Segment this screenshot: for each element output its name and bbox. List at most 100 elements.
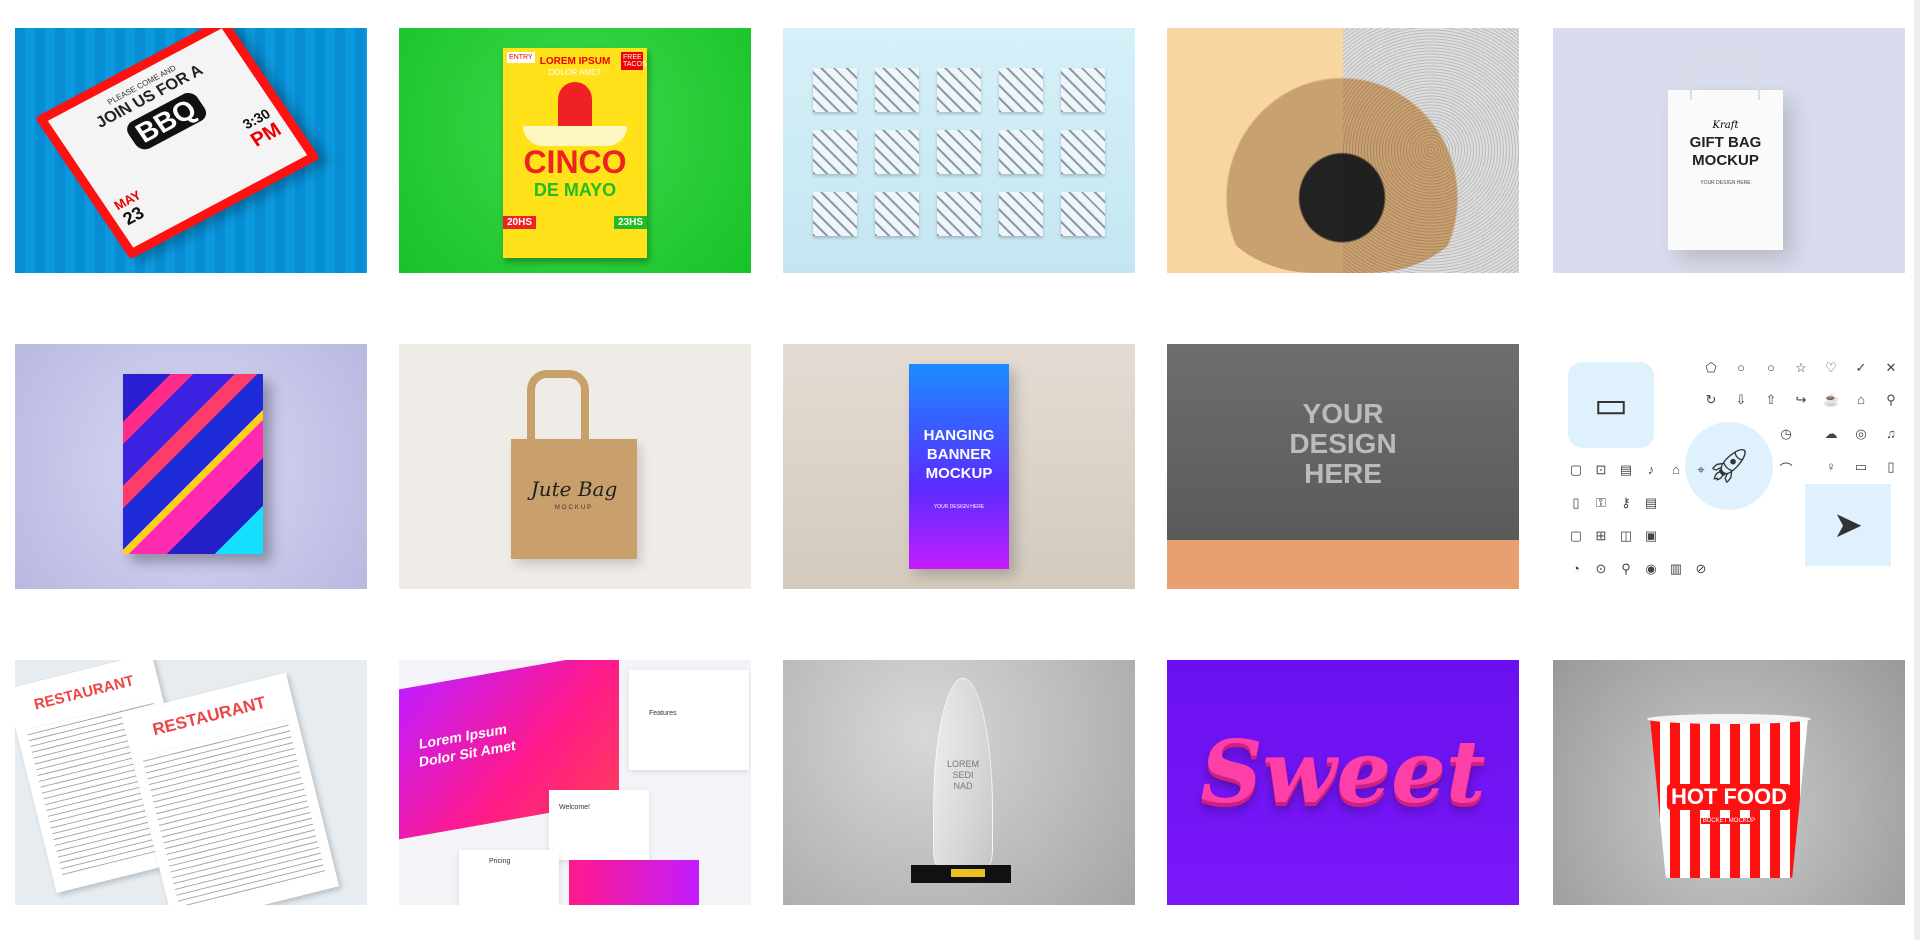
line-icon: ☆ [1795,360,1807,375]
tile-cinco-de-mayo[interactable]: ENTRY FREE TACOS LOREM IPSUM DOLOR AMET … [399,28,751,273]
bag-text: Kraft [1712,120,1739,131]
trophy-text: LOREM SEDI NAD [947,759,979,792]
tile-wall-mockup[interactable]: YOUR DESIGN HERE [1167,344,1519,589]
line-icon: ▢ [1569,528,1583,543]
sweet-text: Sweet [1200,722,1486,823]
menu-page: RESTAURANT [120,672,340,905]
poster-text: FREE TACOS [621,52,647,70]
pattern-swatch [937,68,981,112]
bag-text: YOUR DESIGN HERE [1700,180,1751,186]
bag-handle [527,370,589,450]
pattern-swatch [875,68,919,112]
pattern-swatch [1061,68,1105,112]
line-icon: ⊙ [1595,561,1607,576]
line-icon: ⊡ [1595,462,1607,477]
wall-line: YOUR [1302,398,1384,429]
tile-glass-trophy[interactable]: LOREM SEDI NAD [783,660,1135,905]
bag-text: Jute Bag [530,477,618,501]
line-icon: ◔ [1572,561,1580,576]
tile-sweet-3d-text[interactable]: Sweet [1167,660,1519,905]
tile-website-ui-kit[interactable]: Lorem Ipsum Dolor Sit Amet Features Welc… [399,660,751,905]
tile-hanging-banner[interactable]: HANGING BANNER MOCKUP YOUR DESIGN HERE [783,344,1135,589]
banner-line: HANGING [923,427,995,444]
line-icon: ⚿ [1596,495,1606,510]
poster-text: ENTRY [507,52,535,63]
line-icon: ♀ [1826,459,1836,474]
line-icon: ☕ [1823,392,1840,407]
line-icon: ♫ [1886,426,1896,441]
line-icon: ▣ [1644,528,1658,543]
trophy-line: SEDI [952,770,974,780]
line-icon: ⇧ [1765,392,1777,407]
line-icon: ◉ [1645,561,1657,576]
line-icon: ♡ [1825,360,1837,375]
tile-hot-food-bucket[interactable]: HOT FOOD BUCKET MOCKUP [1553,660,1905,905]
line-icon: ▯ [1887,459,1895,474]
line-icon: ▢ [1569,462,1583,477]
bag-text: MOCKUP [554,505,594,511]
bucket-title: HOT FOOD [1666,784,1792,810]
line-icon: ▥ [1669,561,1683,576]
bag-handle [1690,50,1760,100]
pattern-swatch [999,192,1043,236]
pattern-swatch [813,192,857,236]
pattern-swatch [999,68,1043,112]
pattern-swatch [875,130,919,174]
tile-abstract-canvas[interactable] [15,344,367,589]
pattern-swatch [937,130,981,174]
trophy-glass: LOREM SEDI NAD [933,678,993,868]
poster-text: 23HS [613,216,647,229]
tile-bbq-flyer[interactable]: PLEASE COME AND JOIN US FOR A BBQ MAY 23… [15,28,367,273]
line-icon: ⚲ [1886,392,1896,407]
line-icon: ▤ [1619,462,1633,477]
halftone-overlay [1343,28,1519,273]
menu-lines [141,719,326,905]
pattern-swatch [1061,192,1105,236]
banner-text: YOUR DESIGN HERE [933,504,985,510]
pattern-swatch [999,130,1043,174]
line-icon: ☁ [1824,426,1838,441]
line-icon: ↪ [1795,392,1807,407]
sombrero-icon [558,82,592,132]
features-screen: Features [629,670,749,770]
cursor-icon: ➤ [1805,484,1891,566]
line-icon: ⇩ [1735,392,1747,407]
banner-title: HANGING BANNER MOCKUP [924,426,995,483]
pattern-swatch [813,130,857,174]
poster-text: LOREM IPSUM [539,56,611,67]
poster-title: DE MAYO [533,180,617,200]
bucket-subtitle: BUCKET MOCKUP [1700,818,1758,824]
line-icon: ⌖ [1697,462,1705,477]
poster-text: DOLOR AMET [548,68,602,77]
gift-bag: Kraft GIFT BAG MOCKUP YOUR DESIGN HERE [1668,50,1783,250]
tile-icon-set[interactable]: ▭ 🚀︎ ➤ ⬠ ○ ○ ☆ ♡ ✓ ✕ ↻ ⇩ ⇧ ↪ ☕ ⌂ ⚲ ◷ ☁ ◎ ♫ ⌒ ♀ ▭ ▯ ▢ ⊡ ▤ ♪ ⌂ ⌖ ▯ ⚿ ⚷ ▤ ▢… [1553,344,1905,589]
pattern-swatch [875,192,919,236]
tile-pug-halftone[interactable] [1167,28,1519,273]
screen-text: Welcome! [559,804,590,811]
tile-seamless-patterns[interactable] [783,28,1135,273]
line-icon: ○ [1767,360,1775,375]
line-icon: ⌒ [1779,462,1793,477]
bucket: HOT FOOD BUCKET MOCKUP [1650,718,1808,878]
line-icon: ⌂ [1672,462,1680,477]
tile-kraft-gift-bag[interactable]: Kraft GIFT BAG MOCKUP YOUR DESIGN HERE [1553,28,1905,273]
line-icon: ▭ [1854,459,1868,474]
screen-text: Features [649,710,677,717]
scrollbar-track[interactable] [1914,0,1920,940]
poster-title: CINCO [523,144,627,180]
banner-line: BANNER [926,446,992,463]
pattern-swatch [1061,130,1105,174]
monitor-icon: ▭ [1568,362,1654,448]
tile-restaurant-menu[interactable]: RESTAURANT RESTAURANT [15,660,367,905]
line-icon: ⬠ [1705,360,1717,375]
tile-jute-bag[interactable]: Jute Bag MOCKUP [399,344,751,589]
banner-line: MOCKUP [925,465,993,482]
pattern-swatch [937,192,981,236]
line-icon: ⚷ [1621,495,1631,510]
trophy-plate [951,869,985,877]
line-icon: ✕ [1885,360,1897,375]
line-icon: ↻ [1705,392,1717,407]
wall-line: HERE [1304,458,1382,489]
line-icon: ⊘ [1695,561,1707,576]
flyer-paper: PLEASE COME AND JOIN US FOR A BBQ MAY 23… [34,28,321,260]
